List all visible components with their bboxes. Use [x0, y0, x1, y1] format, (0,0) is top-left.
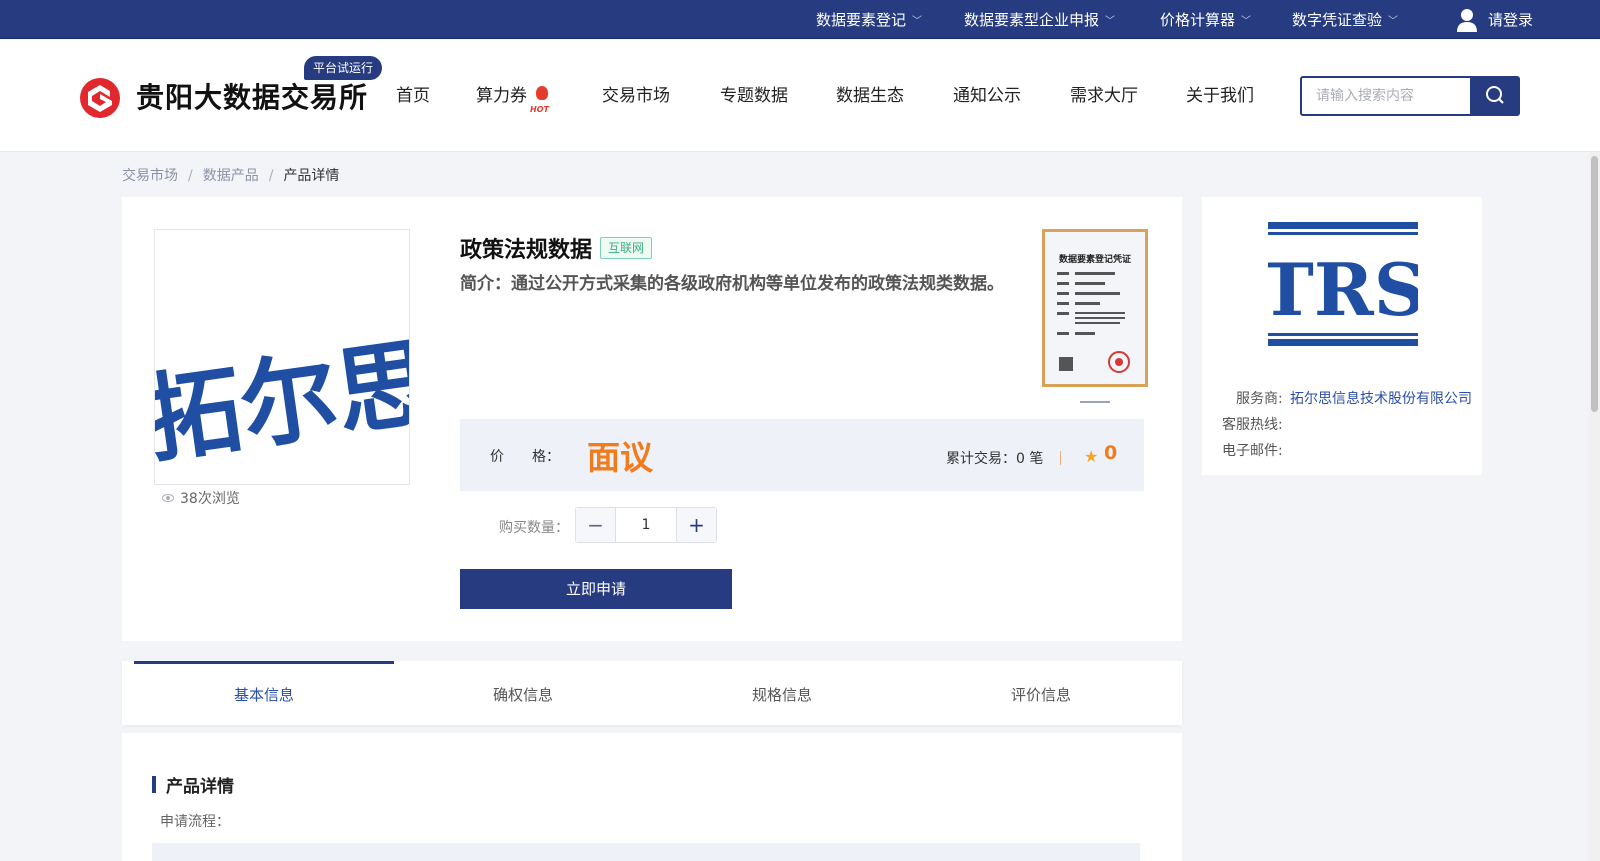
nav-trading-market[interactable]: 交易市场	[602, 82, 670, 110]
quantity-stepper: − 1 +	[575, 507, 717, 543]
hotline-label: 客服热线:	[1222, 417, 1283, 433]
search-input[interactable]	[1300, 76, 1470, 116]
login-link[interactable]: 请登录	[1456, 0, 1533, 39]
quantity-label: 购买数量：	[499, 520, 569, 536]
svg-text:数据要素登记凭证: 数据要素登记凭证	[1059, 253, 1131, 265]
star-icon: ★	[1084, 447, 1099, 466]
product-image: 拓尔思	[154, 229, 410, 485]
apply-flow-label: 申请流程：	[160, 814, 230, 830]
increase-button[interactable]: +	[676, 508, 716, 542]
nav-notices[interactable]: 通知公示	[953, 82, 1021, 110]
tab-review-info[interactable]: 评价信息	[911, 661, 1171, 725]
product-description: 简介：通过公开方式采集的各级政府机构等单位发布的政策法规类数据。	[460, 274, 1004, 294]
nav-data-ecosystem[interactable]: 数据生态	[836, 82, 904, 110]
provider-label: 服务商:	[1236, 391, 1283, 407]
chevron-down-icon: ﹀	[912, 16, 923, 27]
nav-demand-hall[interactable]: 需求大厅	[1070, 82, 1138, 110]
user-icon	[1456, 8, 1478, 32]
nav-about-us[interactable]: 关于我们	[1186, 82, 1254, 110]
apply-button[interactable]: 立即申请	[460, 569, 732, 609]
decrease-button[interactable]: −	[576, 508, 616, 542]
nav-topic-data[interactable]: 专题数据	[720, 82, 788, 110]
search-button[interactable]	[1470, 76, 1520, 116]
topbar-link-enterprise-declare[interactable]: 数据要素型企业申报 ﹀	[964, 0, 1115, 39]
tab-spec-info[interactable]: 规格信息	[652, 661, 912, 725]
section-title: 产品详情	[166, 777, 234, 797]
price-value: 面议	[587, 438, 653, 477]
topbar-link-data-registration[interactable]: 数据要素登记 ﹀	[816, 0, 922, 39]
chevron-down-icon: ﹀	[1241, 16, 1252, 27]
topbar-link-price-calculator[interactable]: 价格计算器 ﹀	[1160, 0, 1251, 39]
breadcrumb-data-products[interactable]: 数据产品	[203, 165, 259, 185]
provider-link[interactable]: 拓尔思信息技术股份有限公司	[1290, 388, 1472, 408]
eye-icon	[162, 494, 174, 502]
product-title: 政策法规数据	[460, 238, 593, 263]
category-tag: 互联网	[600, 237, 653, 259]
logo-icon[interactable]	[79, 77, 121, 119]
topbar-link-certificate-check[interactable]: 数字凭证查验 ﹀	[1292, 0, 1398, 39]
search-icon	[1486, 86, 1504, 104]
quantity-input[interactable]: 1	[616, 508, 676, 542]
email-label: 电子邮件:	[1222, 443, 1283, 459]
rating-value: 0	[1104, 442, 1118, 464]
breadcrumb-current: 产品详情	[283, 168, 340, 184]
vendor-logo: TRS	[1260, 222, 1426, 346]
site-name[interactable]: 贵阳大数据交易所	[136, 76, 368, 116]
chevron-down-icon: ﹀	[1388, 16, 1399, 27]
trade-count: 累计交易：0 笔	[946, 451, 1044, 467]
nav-home[interactable]: 首页	[396, 82, 430, 110]
top-bar: 数据要素登记 ﹀ 数据要素型企业申报 ﹀ 价格计算器 ﹀ 数字凭证查验 ﹀ 请登录	[0, 0, 1600, 39]
tab-rights-info[interactable]: 确权信息	[393, 661, 653, 725]
svg-text:TRS: TRS	[1268, 247, 1418, 332]
divider	[1060, 451, 1061, 465]
price-label: 价 格：	[490, 449, 560, 465]
registration-certificate[interactable]: 数据要素登记凭证	[1042, 229, 1148, 387]
breadcrumb: 交易市场 / 数据产品 / 产品详情	[122, 165, 339, 185]
svg-text:拓尔思: 拓尔思	[155, 325, 410, 477]
view-count: 38次浏览	[162, 488, 240, 508]
tab-basic-info[interactable]: 基本信息	[134, 661, 394, 725]
detail-card	[122, 733, 1182, 861]
beta-badge: 平台试运行	[304, 56, 383, 80]
apply-flow-area	[152, 843, 1140, 861]
scrollbar-thumb[interactable]	[1591, 156, 1598, 412]
breadcrumb-trading-market[interactable]: 交易市场	[122, 165, 178, 185]
chevron-down-icon: ﹀	[1105, 16, 1116, 27]
hot-icon: HOT	[530, 86, 552, 114]
carousel-indicator[interactable]	[1080, 401, 1110, 403]
section-marker	[152, 776, 156, 793]
nav-compute-voucher[interactable]: 算力券 HOT	[476, 82, 552, 114]
